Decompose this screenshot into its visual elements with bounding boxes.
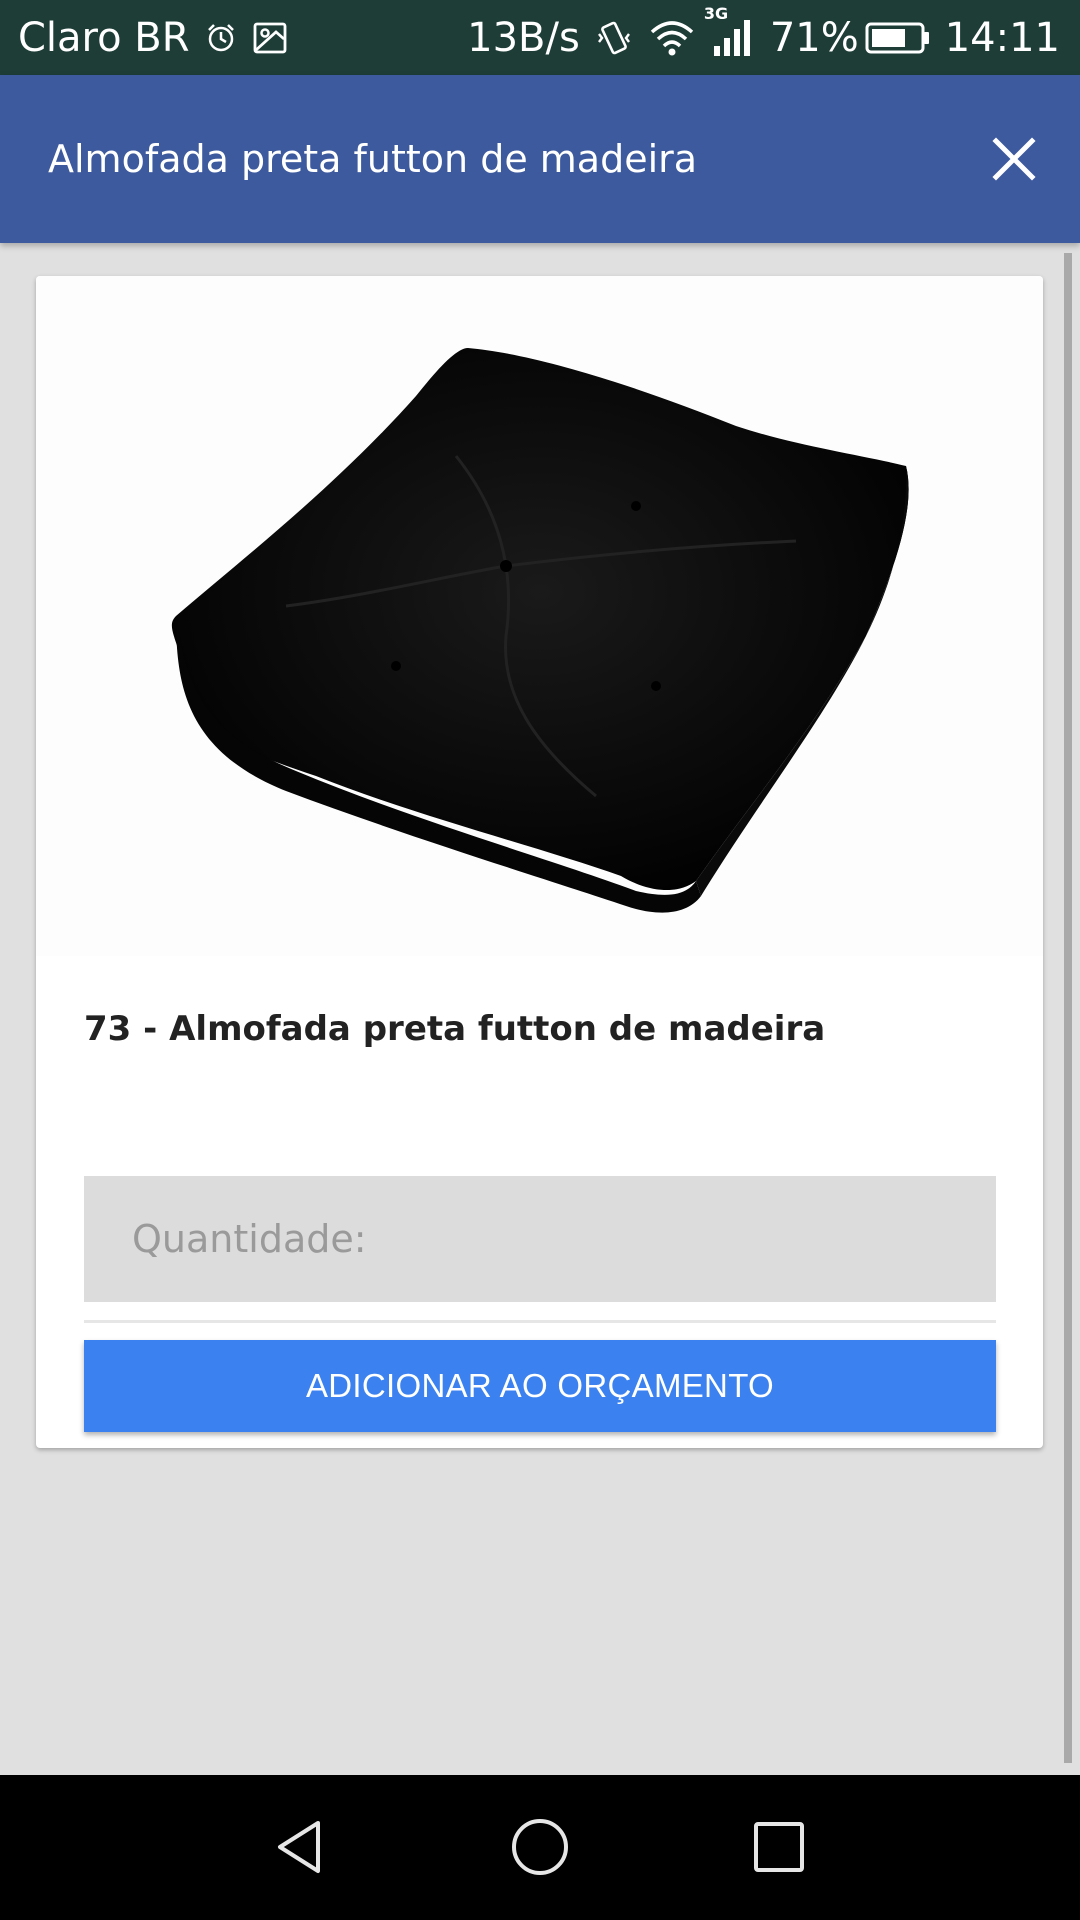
vibrate-icon	[594, 18, 634, 58]
recents-button[interactable]	[729, 1797, 829, 1897]
app-bar: Almofada preta futton de madeira	[0, 75, 1080, 243]
status-right: 13B/s 3G 71% 14:11	[453, 0, 1060, 75]
product-card: 73 - Almofada preta futton de madeira AD…	[36, 276, 1043, 1448]
battery-icon	[865, 21, 931, 55]
back-button[interactable]	[250, 1797, 350, 1897]
gallery-icon	[252, 20, 288, 56]
scrollbar-thumb[interactable]	[1064, 253, 1072, 1763]
home-icon	[512, 1819, 568, 1875]
net-speed: 13B/s	[467, 14, 580, 61]
navigation-bar	[0, 1775, 1080, 1920]
product-image	[36, 276, 1043, 956]
network-type: 3G	[703, 3, 729, 23]
close-button[interactable]	[974, 119, 1054, 199]
screen: Claro BR 13B/s 3G 71% 14:11 Almofada pre…	[0, 0, 1080, 1920]
recents-icon	[754, 1822, 804, 1872]
status-left: Claro BR	[18, 0, 288, 75]
page-title: Almofada preta futton de madeira	[48, 137, 698, 181]
back-icon	[278, 1821, 320, 1873]
product-title: 73 - Almofada preta futton de madeira	[84, 1009, 826, 1049]
alarm-icon	[204, 21, 238, 55]
wifi-icon	[648, 18, 696, 58]
clock: 14:11	[944, 14, 1060, 61]
signal-icon: 3G	[704, 4, 756, 60]
add-to-quote-button[interactable]: ADICIONAR AO ORÇAMENTO	[84, 1340, 996, 1432]
battery-percent: 71%	[769, 14, 859, 61]
content-area: 73 - Almofada preta futton de madeira AD…	[0, 243, 1080, 1775]
divider	[84, 1320, 996, 1323]
close-icon	[992, 137, 1036, 181]
scrollbar[interactable]	[1064, 253, 1072, 1763]
carrier-label: Claro BR	[18, 14, 190, 61]
home-button[interactable]	[490, 1797, 590, 1897]
quantity-input[interactable]	[84, 1176, 996, 1302]
status-bar: Claro BR 13B/s 3G 71% 14:11	[0, 0, 1080, 75]
